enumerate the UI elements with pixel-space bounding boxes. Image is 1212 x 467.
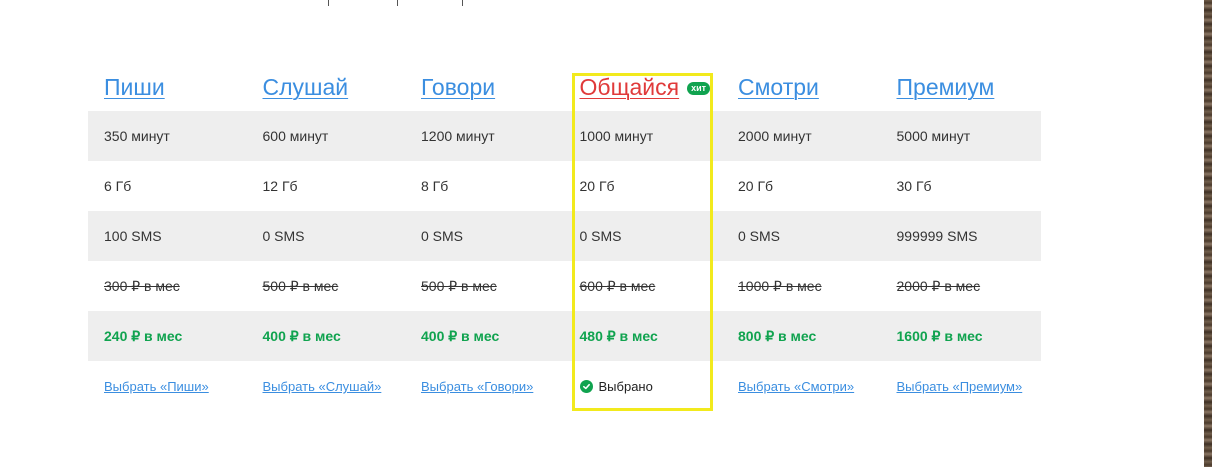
tariff-name-cell: Премиум xyxy=(881,74,1040,111)
minutes-value: 5000 минут xyxy=(896,128,971,144)
old-price: 500 ₽ в мес xyxy=(262,277,339,294)
tariff-name-cell: Смотри xyxy=(722,74,881,111)
sms-value: 0 SMS xyxy=(262,228,305,244)
select-cell: Выбрать «Смотри» xyxy=(722,378,881,394)
data-value: 20 Гб xyxy=(579,178,615,194)
tariff-names-row: Пиши Слушай Говори Общайся хит Смотри Пре… xyxy=(88,62,1041,111)
minutes-value: 2000 минут xyxy=(738,128,812,144)
tariff-name-link-premium[interactable]: Премиум xyxy=(897,74,995,111)
minutes-value: 1200 минут xyxy=(421,128,495,144)
old-price: 2000 ₽ в мес xyxy=(896,277,981,294)
new-price: 240 ₽ в мес xyxy=(104,327,183,344)
data-value: 8 Гб xyxy=(421,178,449,194)
data-row: 6 Гб 12 Гб 8 Гб 20 Гб 20 Гб 30 Гб xyxy=(88,161,1041,211)
new-price: 400 ₽ в мес xyxy=(262,327,341,344)
old-price: 1000 ₽ в мес xyxy=(738,277,822,294)
new-price: 1600 ₽ в мес xyxy=(896,327,983,344)
new-price: 480 ₽ в мес xyxy=(579,327,658,344)
sms-value: 0 SMS xyxy=(421,228,464,244)
select-smotri-link[interactable]: Выбрать «Смотри» xyxy=(738,379,854,394)
old-price-cell: 500 ₽ в мес xyxy=(247,278,406,295)
new-price-row: 240 ₽ в мес 400 ₽ в мес 400 ₽ в мес 480 … xyxy=(88,311,1041,361)
tariff-name-cell: Пиши xyxy=(88,74,247,111)
data-value: 12 Гб xyxy=(262,178,298,194)
tariff-comparison-table: Пиши Слушай Говори Общайся хит Смотри Пре… xyxy=(88,62,1041,411)
tariff-name-link-smotri[interactable]: Смотри xyxy=(738,74,819,111)
sms-row: 100 SMS 0 SMS 0 SMS 0 SMS 0 SMS 999999 S… xyxy=(88,211,1041,261)
select-cell: Выбрать «Пиши» xyxy=(88,378,247,394)
new-price: 800 ₽ в мес xyxy=(738,327,817,344)
old-price-cell: 600 ₽ в мес xyxy=(564,278,723,295)
check-circle-icon xyxy=(579,380,593,393)
tariff-name-cell: Слушай xyxy=(247,74,406,111)
new-price-cell: 480 ₽ в мес xyxy=(564,328,723,345)
sms-value: 999999 SMS xyxy=(896,228,978,244)
new-price-cell: 1600 ₽ в мес xyxy=(881,328,1040,345)
data-value: 30 Гб xyxy=(896,178,932,194)
new-price-cell: 400 ₽ в мес xyxy=(247,328,406,345)
data-value: 20 Гб xyxy=(738,178,774,194)
select-govori-link[interactable]: Выбрать «Говори» xyxy=(421,379,533,394)
tariff-name-cell: Говори xyxy=(405,74,564,111)
sms-value: 100 SMS xyxy=(104,228,162,244)
top-divider-mark xyxy=(397,0,398,6)
select-pishi-link[interactable]: Выбрать «Пиши» xyxy=(104,379,209,394)
select-cell: Выбрано xyxy=(564,378,723,394)
sms-value: 0 SMS xyxy=(738,228,781,244)
tariff-name-cell: Общайся хит xyxy=(564,74,723,111)
new-price-cell: 800 ₽ в мес xyxy=(722,328,881,345)
tariff-name-link-govori[interactable]: Говори xyxy=(421,74,495,111)
minutes-value: 350 минут xyxy=(104,128,170,144)
old-price-cell: 2000 ₽ в мес xyxy=(881,278,1040,295)
data-value: 6 Гб xyxy=(104,178,132,194)
old-price: 500 ₽ в мес xyxy=(421,277,497,294)
old-price-row: 300 ₽ в мес 500 ₽ в мес 500 ₽ в мес 600 … xyxy=(88,261,1041,311)
old-price-cell: 500 ₽ в мес xyxy=(405,278,564,295)
old-price-cell: 1000 ₽ в мес xyxy=(722,278,881,295)
select-row: Выбрать «Пиши» Выбрать «Слушай» Выбрать … xyxy=(88,361,1041,411)
top-divider-mark xyxy=(328,0,329,6)
new-price: 400 ₽ в мес xyxy=(421,327,500,344)
background-wood-strip xyxy=(1204,0,1212,467)
select-cell: Выбрать «Говори» xyxy=(405,378,564,394)
selected-status: Выбрано xyxy=(579,379,653,394)
select-cell: Выбрать «Слушай» xyxy=(247,378,406,394)
tariff-name-link-slushai[interactable]: Слушай xyxy=(263,74,349,111)
minutes-row: 350 минут 600 минут 1200 минут 1000 мину… xyxy=(88,111,1041,161)
select-cell: Выбрать «Премиум» xyxy=(881,378,1040,394)
tariff-name-link-pishi[interactable]: Пиши xyxy=(104,74,165,111)
old-price-cell: 300 ₽ в мес xyxy=(88,278,247,295)
tariff-name-link-obshchaisya[interactable]: Общайся xyxy=(580,74,680,111)
minutes-value: 1000 минут xyxy=(579,128,654,144)
hit-badge: хит xyxy=(687,82,711,95)
sms-value: 0 SMS xyxy=(579,228,622,244)
select-premium-link[interactable]: Выбрать «Премиум» xyxy=(897,379,1023,394)
new-price-cell: 240 ₽ в мес xyxy=(88,328,247,345)
old-price: 600 ₽ в мес xyxy=(579,277,656,294)
select-slushai-link[interactable]: Выбрать «Слушай» xyxy=(263,379,382,394)
minutes-value: 600 минут xyxy=(262,128,329,144)
selected-label: Выбрано xyxy=(598,379,653,394)
top-divider-mark xyxy=(462,0,463,6)
new-price-cell: 400 ₽ в мес xyxy=(405,328,564,345)
old-price: 300 ₽ в мес xyxy=(104,277,180,294)
